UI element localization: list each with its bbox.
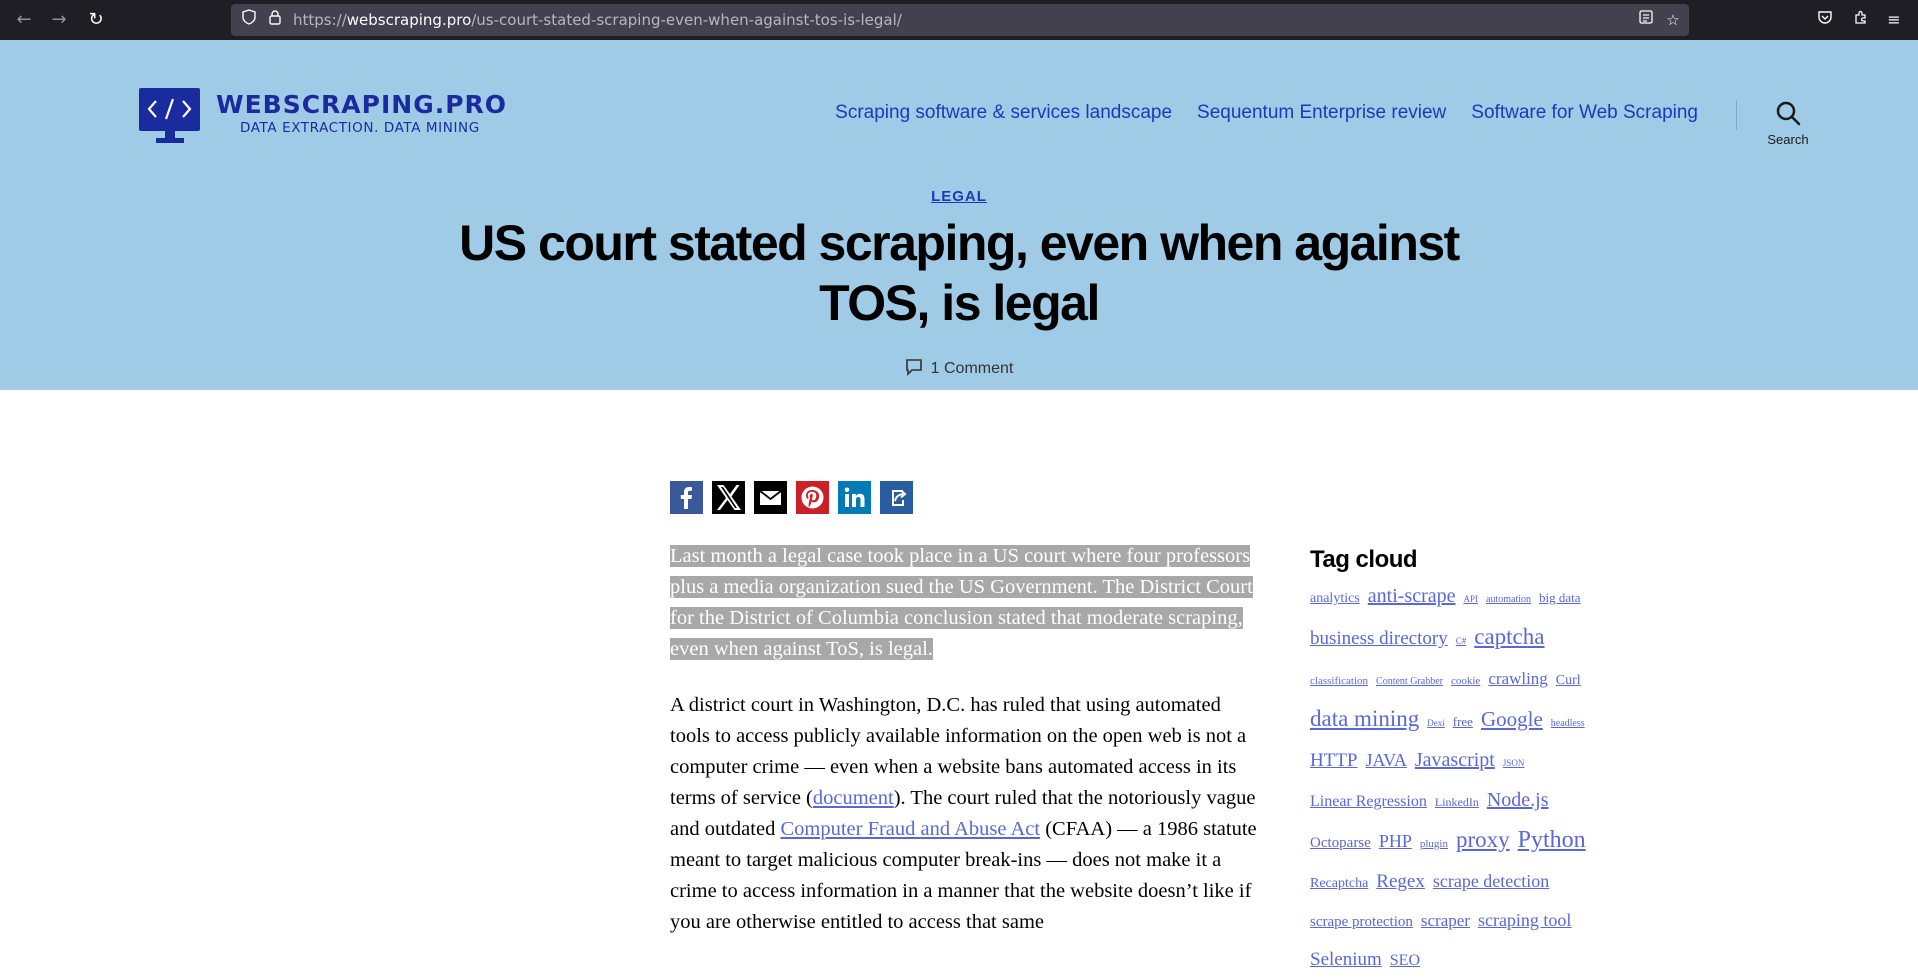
tag-link[interactable]: Python — [1518, 827, 1586, 853]
tag-link[interactable]: Regex — [1376, 871, 1425, 892]
tag-cloud: analytics anti-scrape API automation big… — [1310, 578, 1610, 979]
body-paragraph: A district court in Washington, D.C. has… — [670, 690, 1260, 938]
search-button[interactable]: Search — [1760, 100, 1816, 150]
share-icon — [880, 481, 913, 514]
tag-link[interactable]: anti-scrape — [1368, 585, 1456, 607]
pocket-icon[interactable] — [1813, 8, 1837, 32]
cfaa-link[interactable]: Computer Fraud and Abuse Act — [780, 818, 1040, 840]
reader-view-icon[interactable] — [1634, 8, 1658, 32]
reload-icon[interactable]: ↻ — [84, 8, 108, 32]
tag-link[interactable]: scraper — [1421, 911, 1470, 930]
tag-link[interactable]: JAVA — [1366, 750, 1407, 770]
lead-paragraph: Last month a legal case took place in a … — [670, 541, 1260, 665]
lock-icon[interactable] — [263, 8, 287, 32]
tag-link[interactable]: C# — [1456, 636, 1467, 646]
tag-link[interactable]: Javascript — [1415, 749, 1495, 771]
tag-link[interactable]: crawling — [1488, 669, 1547, 688]
category-link[interactable]: LEGAL — [931, 188, 987, 205]
tag-link[interactable]: free — [1453, 714, 1473, 729]
menu-icon[interactable]: ≡ — [1882, 8, 1906, 32]
post-title: US court stated scraping, even when agai… — [459, 215, 1460, 331]
tag-link[interactable]: Linear Regression — [1310, 793, 1427, 810]
monitor-code-icon — [139, 88, 200, 143]
tag-link[interactable]: LinkedIn — [1435, 795, 1479, 809]
url-path: /us-court-stated-scraping-even-when-agai… — [471, 11, 902, 29]
url-host: webscraping.pro — [346, 11, 472, 29]
url-text[interactable]: https://webscraping.pro/us-court-stated-… — [293, 4, 902, 36]
search-label: Search — [1767, 132, 1809, 147]
entry-categories: LEGAL — [0, 186, 1918, 205]
tag-link[interactable]: business directory — [1310, 628, 1448, 649]
tag-link[interactable]: captcha — [1474, 624, 1544, 649]
tag-link[interactable]: HTTP — [1310, 750, 1358, 771]
tag-link[interactable]: API — [1464, 594, 1479, 604]
linkedin-icon — [838, 481, 871, 514]
tag-link[interactable]: JSON — [1503, 758, 1525, 768]
selected-text: Last month a legal case took place in a … — [670, 545, 1253, 660]
forward-arrow-icon[interactable]: → — [47, 8, 71, 32]
extensions-icon[interactable] — [1849, 8, 1873, 32]
tag-link[interactable]: data mining — [1310, 706, 1419, 731]
tag-link[interactable]: Google — [1481, 707, 1543, 731]
bookmark-star-icon[interactable]: ☆ — [1661, 8, 1685, 32]
tag-link[interactable]: analytics — [1310, 591, 1360, 606]
post-meta: 1 Comment — [0, 358, 1918, 378]
share-bar — [670, 481, 913, 514]
tag-link[interactable]: SEO — [1390, 952, 1420, 969]
tag-link[interactable]: proxy — [1456, 827, 1510, 852]
site-header: WEBSCRAPING.PRO DATA EXTRACTION. DATA MI… — [0, 40, 1918, 390]
comment-icon — [905, 359, 922, 376]
email-icon — [754, 481, 787, 514]
back-arrow-icon[interactable]: ← — [12, 8, 36, 32]
pinterest-share-button[interactable] — [796, 481, 829, 514]
facebook-icon — [670, 481, 703, 514]
comments-link[interactable]: 1 Comment — [931, 360, 1014, 377]
tag-link[interactable]: cookie — [1451, 675, 1480, 687]
site-title[interactable]: WEBSCRAPING.PRO — [216, 90, 507, 119]
tag-link[interactable]: Curl — [1556, 673, 1581, 688]
nav-item-software[interactable]: Software for Web Scraping — [1471, 102, 1698, 124]
search-icon — [1776, 101, 1801, 126]
facebook-share-button[interactable] — [670, 481, 703, 514]
browser-toolbar: ← → ↻ https://webscraping.pro/us-court-s… — [0, 0, 1918, 40]
tag-link[interactable]: scrape protection — [1310, 914, 1413, 930]
primary-menu: Scraping software & services landscape S… — [835, 102, 1698, 124]
tag-link[interactable]: Octoparse — [1310, 835, 1371, 851]
shield-icon[interactable] — [237, 8, 261, 32]
tag-link[interactable]: scrape detection — [1433, 871, 1549, 891]
email-share-button[interactable] — [754, 481, 787, 514]
tag-link[interactable]: Dexi — [1427, 718, 1445, 728]
tag-link[interactable]: Content Grabber — [1376, 676, 1443, 687]
url-scheme: https:// — [293, 11, 347, 29]
tag-link[interactable]: headless — [1551, 718, 1585, 729]
site-tagline: DATA EXTRACTION. DATA MINING — [240, 120, 480, 136]
site-logo[interactable]: WEBSCRAPING.PRO DATA EXTRACTION. DATA MI… — [138, 88, 506, 144]
x-share-button[interactable] — [712, 481, 745, 514]
post-content: Last month a legal case took place in a … — [670, 541, 1260, 938]
tag-link[interactable]: Selenium — [1310, 949, 1382, 970]
tag-link[interactable]: PHP — [1379, 831, 1412, 851]
nav-divider — [1736, 100, 1737, 130]
tag-link[interactable]: plugin — [1420, 838, 1448, 850]
nav-item-sequentum-review[interactable]: Sequentum Enterprise review — [1197, 102, 1446, 124]
nav-item-landscape[interactable]: Scraping software & services landscape — [835, 102, 1172, 124]
tag-link[interactable]: Recaptcha — [1310, 876, 1368, 891]
tag-link[interactable]: Node.js — [1487, 789, 1549, 811]
document-link[interactable]: document — [813, 787, 894, 809]
tag-cloud-title: Tag cloud — [1310, 546, 1418, 573]
share-button[interactable] — [880, 481, 913, 514]
tag-link[interactable]: automation — [1486, 594, 1531, 605]
pinterest-icon — [796, 481, 829, 514]
x-icon — [712, 481, 745, 514]
tag-link[interactable]: scraping tool — [1478, 910, 1571, 930]
tag-link[interactable]: classification — [1310, 675, 1368, 687]
linkedin-share-button[interactable] — [838, 481, 871, 514]
address-bar[interactable]: https://webscraping.pro/us-court-stated-… — [231, 4, 1689, 36]
tag-link[interactable]: big data — [1539, 590, 1581, 605]
